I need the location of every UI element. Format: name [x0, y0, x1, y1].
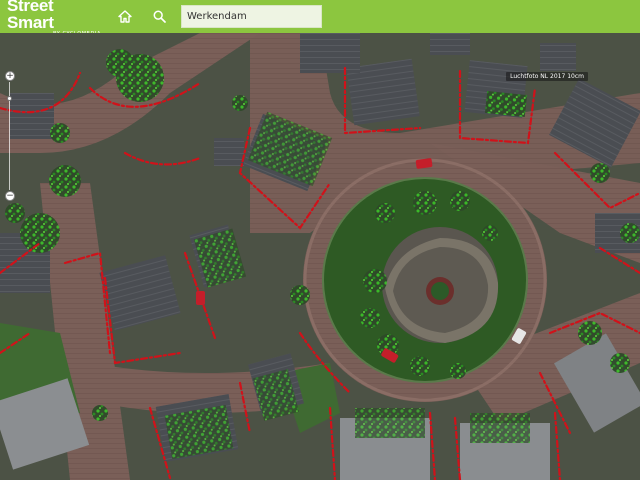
search-field[interactable]	[181, 5, 322, 28]
zoom-control: + −	[3, 71, 17, 202]
top-toolbar: Street Smart BY CYCLOMEDIA	[0, 0, 640, 36]
aerial-map-view[interactable]: Luchtfoto NL 2017 10cm + −	[0, 33, 640, 480]
imagery-attribution: Luchtfoto NL 2017 10cm	[506, 72, 588, 81]
search-icon	[153, 10, 166, 23]
zoom-out-button[interactable]: −	[5, 191, 15, 201]
search-input[interactable]	[187, 11, 317, 22]
brand-name: Street Smart	[7, 0, 54, 32]
home-icon	[118, 10, 132, 23]
search-button[interactable]	[145, 3, 173, 31]
zoom-slider-handle[interactable]	[7, 96, 12, 101]
zoom-in-button[interactable]: +	[5, 71, 15, 81]
brand-logo: Street Smart BY CYCLOMEDIA	[7, 0, 101, 37]
aerial-map-image[interactable]	[0, 33, 640, 480]
home-button[interactable]	[111, 3, 139, 31]
